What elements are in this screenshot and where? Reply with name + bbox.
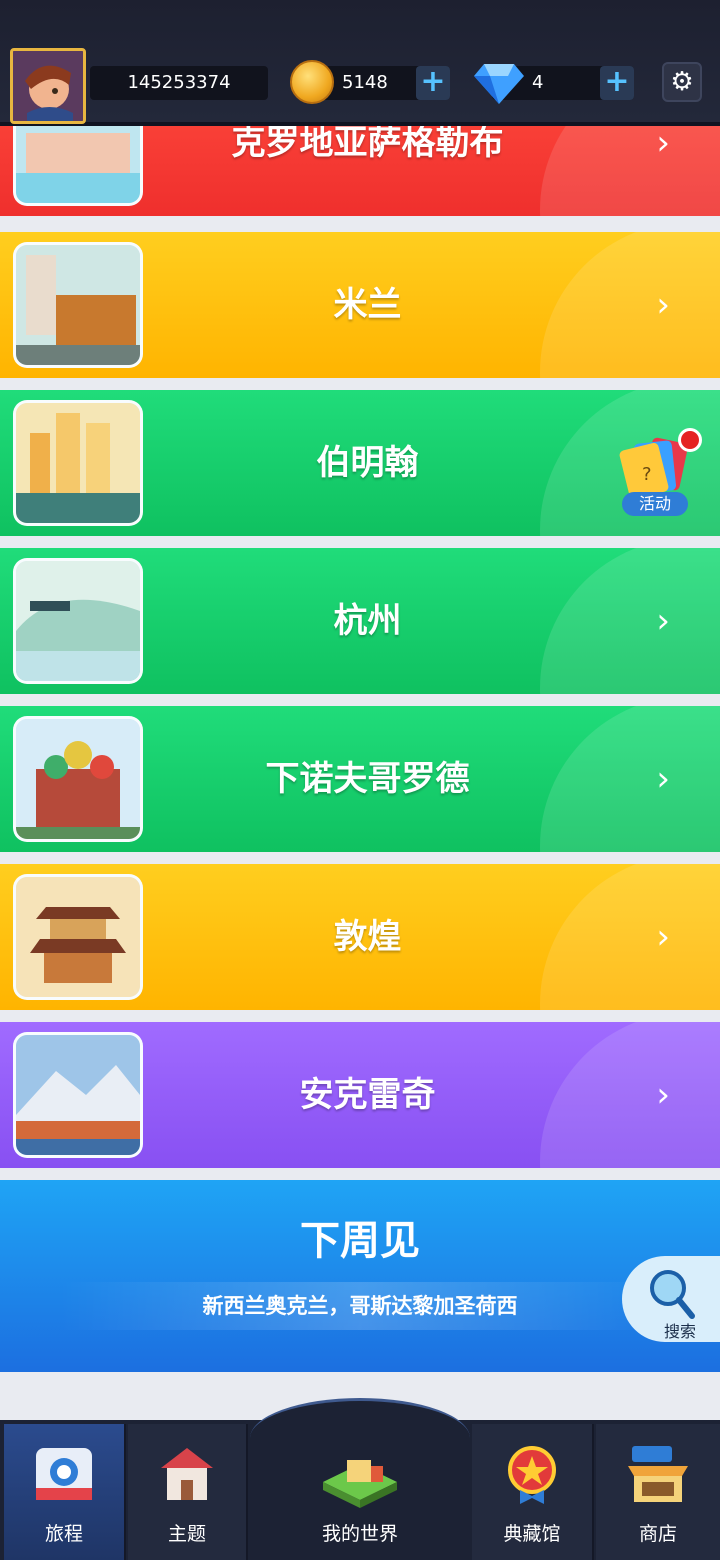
- city-thumbnail-hangzhou: [13, 558, 143, 684]
- city-row-nizhny-novgorod[interactable]: 下诺夫哥罗德 ›: [0, 706, 720, 852]
- city-name: 安克雷奇: [299, 1075, 436, 1115]
- add-coins-button[interactable]: +: [416, 66, 450, 100]
- city-name: 杭州: [333, 601, 402, 641]
- avatar-portrait-icon: [13, 51, 83, 121]
- gem-amount: 4: [532, 72, 544, 93]
- city-name: 下诺夫哥罗德: [265, 759, 470, 799]
- nav-label: 主题: [167, 1523, 206, 1545]
- city-name: 米兰: [333, 285, 402, 325]
- journey-icon: [36, 1448, 92, 1500]
- svg-text:?: ?: [642, 464, 652, 485]
- next-week-title: 下周见: [300, 1218, 420, 1264]
- search-label: 搜索: [664, 1322, 697, 1341]
- activity-button[interactable]: ? 活动: [618, 428, 706, 518]
- coin-amount: 5148: [342, 72, 388, 93]
- avatar[interactable]: [10, 48, 86, 124]
- nav-label: 典藏馆: [503, 1523, 561, 1545]
- city-row-anchorage[interactable]: 安克雷奇 ›: [0, 1022, 720, 1168]
- notification-dot: [678, 428, 702, 452]
- search-icon: [650, 1270, 695, 1319]
- nav-collection[interactable]: 典藏馆: [472, 1424, 594, 1560]
- world-icon: [323, 1460, 397, 1508]
- search-button[interactable]: 搜索: [622, 1256, 720, 1342]
- house-icon: [161, 1448, 213, 1500]
- shop-icon: [628, 1446, 688, 1502]
- player-id: 145253374: [90, 66, 268, 100]
- chevron-right-icon: ›: [656, 917, 670, 957]
- nav-theme[interactable]: 主题: [128, 1424, 248, 1560]
- city-thumbnail-milan: [13, 242, 143, 368]
- city-row-birmingham[interactable]: 伯明翰: [0, 390, 720, 536]
- nav-shop[interactable]: 商店: [596, 1424, 720, 1560]
- city-thumbnail-dunhuang: [13, 874, 143, 1000]
- nav-my-world[interactable]: 我的世界: [250, 1424, 470, 1560]
- next-week-cities: 新西兰奥克兰，哥斯达黎加圣荷西: [202, 1294, 518, 1318]
- city-row-dunhuang[interactable]: 敦煌 ›: [0, 864, 720, 1010]
- next-week-banner: 下周见 新西兰奥克兰，哥斯达黎加圣荷西: [0, 1180, 720, 1372]
- coin-icon: [290, 60, 334, 104]
- city-name: 敦煌: [333, 917, 402, 957]
- nav-label: 旅程: [44, 1523, 83, 1545]
- city-name: 伯明翰: [316, 443, 419, 483]
- chevron-right-icon: ›: [656, 285, 670, 325]
- nav-label: 商店: [638, 1523, 677, 1545]
- nav-label: 我的世界: [321, 1523, 398, 1545]
- gear-icon: ⚙: [670, 67, 694, 97]
- city-row-hangzhou[interactable]: 杭州 ›: [0, 548, 720, 694]
- chevron-right-icon: ›: [656, 759, 670, 799]
- medal-icon: [508, 1446, 556, 1504]
- add-gems-button[interactable]: +: [600, 66, 634, 100]
- city-thumbnail-anchorage: [13, 1032, 143, 1158]
- city-thumbnail-birmingham: [13, 400, 143, 526]
- activity-label: 活动: [622, 492, 688, 516]
- nav-journey[interactable]: 旅程: [4, 1424, 126, 1560]
- top-bar: 145253374 5148 + 4 + ⚙: [0, 0, 720, 126]
- chevron-right-icon: ›: [656, 601, 670, 641]
- city-row-milan[interactable]: 米兰 ›: [0, 232, 720, 378]
- chevron-right-icon: ›: [656, 1075, 670, 1115]
- settings-button[interactable]: ⚙: [662, 62, 702, 102]
- diamond-icon: [474, 64, 524, 104]
- city-thumbnail-nizhny-novgorod: [13, 716, 143, 842]
